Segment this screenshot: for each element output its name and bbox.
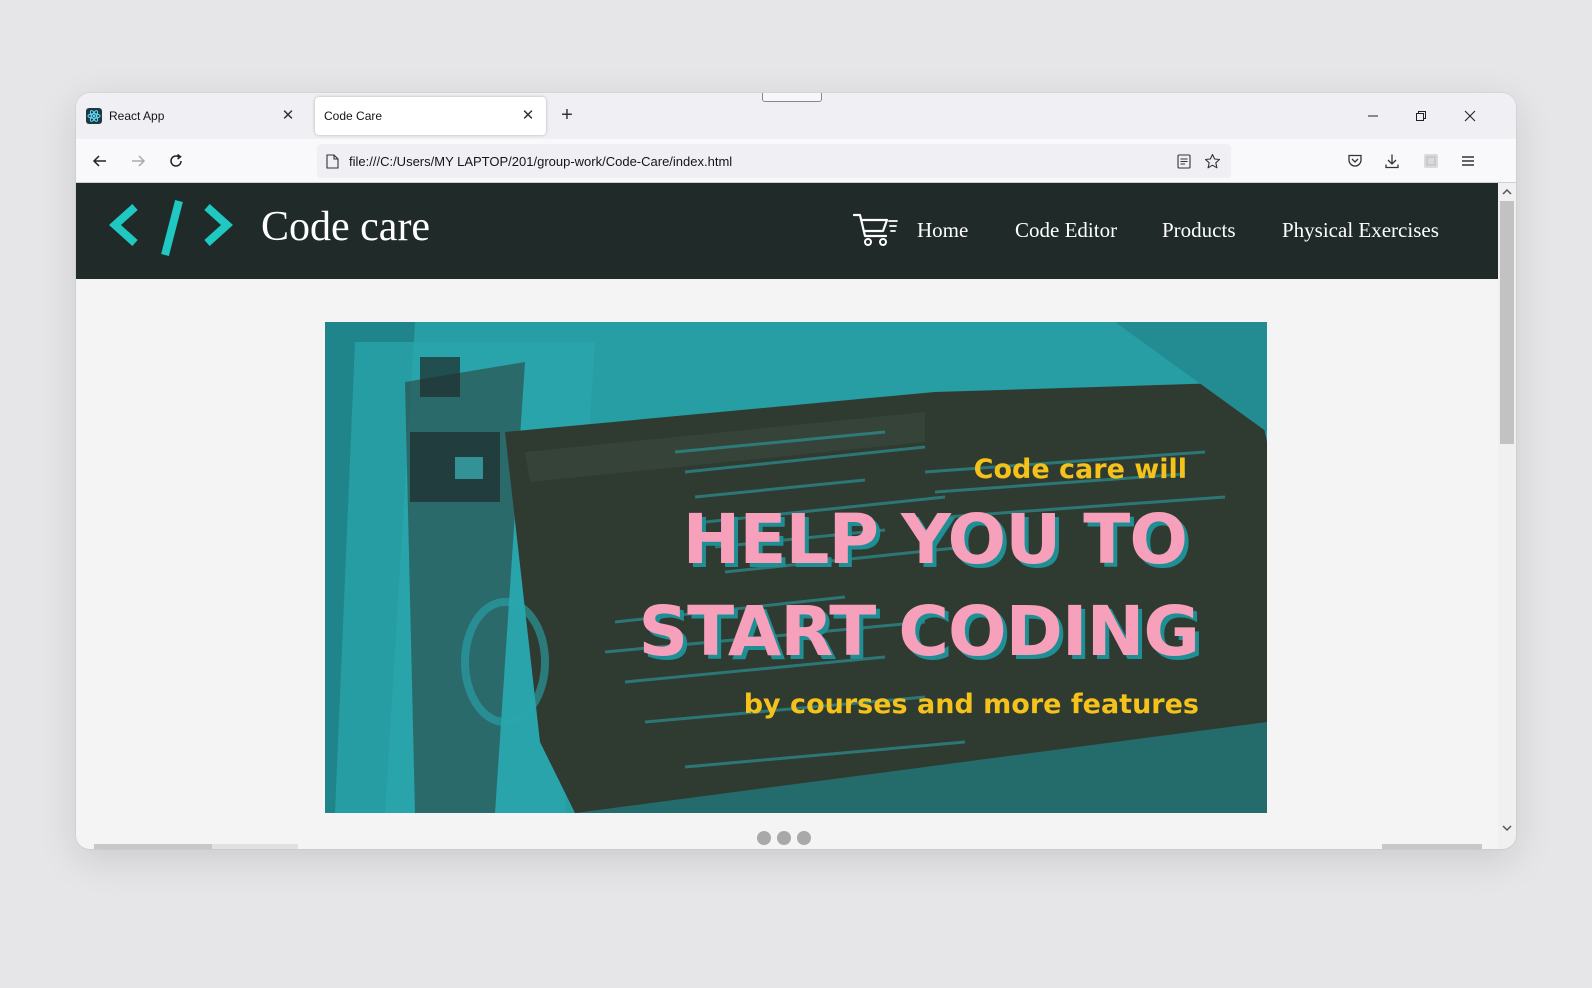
forward-arrow-icon[interactable] xyxy=(126,149,150,173)
carousel-dot[interactable] xyxy=(757,831,771,845)
brand-title[interactable]: Code care xyxy=(261,203,430,251)
site-header: Code care Home Code Editor Products Phys… xyxy=(76,183,1498,279)
tab-strip: React App ✕ Code Care ✕ + xyxy=(76,93,1516,139)
hero-line-1: Code care will xyxy=(973,454,1187,485)
horizontal-scrollbar-thumb[interactable] xyxy=(94,844,212,849)
page-icon xyxy=(326,153,339,169)
minimize-icon[interactable] xyxy=(1358,103,1388,129)
reload-icon[interactable] xyxy=(164,149,188,173)
scroll-down-icon[interactable] xyxy=(1501,823,1513,833)
tab-code-care[interactable]: Code Care ✕ xyxy=(315,97,546,135)
navigation-toolbar: file:///C:/Users/MY LAPTOP/201/group-wor… xyxy=(76,139,1516,183)
tab-label: Code Care xyxy=(324,109,383,123)
hero-line-2: HELP YOU TO xyxy=(682,500,1188,580)
close-tab-icon[interactable]: ✕ xyxy=(279,106,297,124)
tab-react-app[interactable]: React App ✕ xyxy=(82,97,306,135)
nav-home[interactable]: Home xyxy=(917,218,968,243)
carousel-dot[interactable] xyxy=(777,831,791,845)
plus-icon[interactable]: + xyxy=(556,105,578,127)
horizontal-scrollbar-end xyxy=(1382,844,1482,849)
browser-window: React App ✕ Code Care ✕ + file:///C:/Use… xyxy=(76,93,1516,849)
pocket-icon[interactable] xyxy=(1344,150,1366,172)
scroll-up-icon[interactable] xyxy=(1501,187,1513,197)
horizontal-scrollbar-track xyxy=(212,844,298,849)
address-bar[interactable]: file:///C:/Users/MY LAPTOP/201/group-wor… xyxy=(317,144,1231,178)
restore-icon[interactable] xyxy=(1406,103,1436,129)
page-viewport: Code care Home Code Editor Products Phys… xyxy=(76,183,1498,849)
url-text[interactable]: file:///C:/Users/MY LAPTOP/201/group-wor… xyxy=(349,154,732,169)
scrollbar-thumb[interactable] xyxy=(1500,201,1514,444)
carousel-dot[interactable] xyxy=(797,831,811,845)
tab-label: React App xyxy=(109,109,165,123)
shopping-cart-icon[interactable] xyxy=(853,212,899,248)
hero-line-3: START CODING xyxy=(638,592,1200,672)
hero-slide[interactable]: Code care will HELP YOU TO START CODING … xyxy=(325,322,1267,813)
download-icon[interactable] xyxy=(1381,150,1403,172)
react-icon xyxy=(86,108,102,124)
bookmark-star-icon[interactable] xyxy=(1203,152,1221,170)
carousel-indicators xyxy=(757,831,811,845)
extension-icon[interactable] xyxy=(1420,150,1442,172)
menu-icon[interactable] xyxy=(1457,150,1479,172)
close-icon[interactable] xyxy=(1455,103,1485,129)
reader-view-icon[interactable] xyxy=(1175,152,1193,170)
nav-physical-exercises[interactable]: Physical Exercises xyxy=(1282,218,1439,243)
nav-products[interactable]: Products xyxy=(1162,218,1236,243)
hero-line-4: by courses and more features xyxy=(743,689,1199,720)
back-arrow-icon[interactable] xyxy=(88,149,112,173)
vertical-scrollbar[interactable] xyxy=(1498,183,1516,849)
close-tab-icon[interactable]: ✕ xyxy=(519,106,537,124)
nav-code-editor[interactable]: Code Editor xyxy=(1015,218,1117,243)
code-brackets-icon[interactable] xyxy=(109,197,235,257)
